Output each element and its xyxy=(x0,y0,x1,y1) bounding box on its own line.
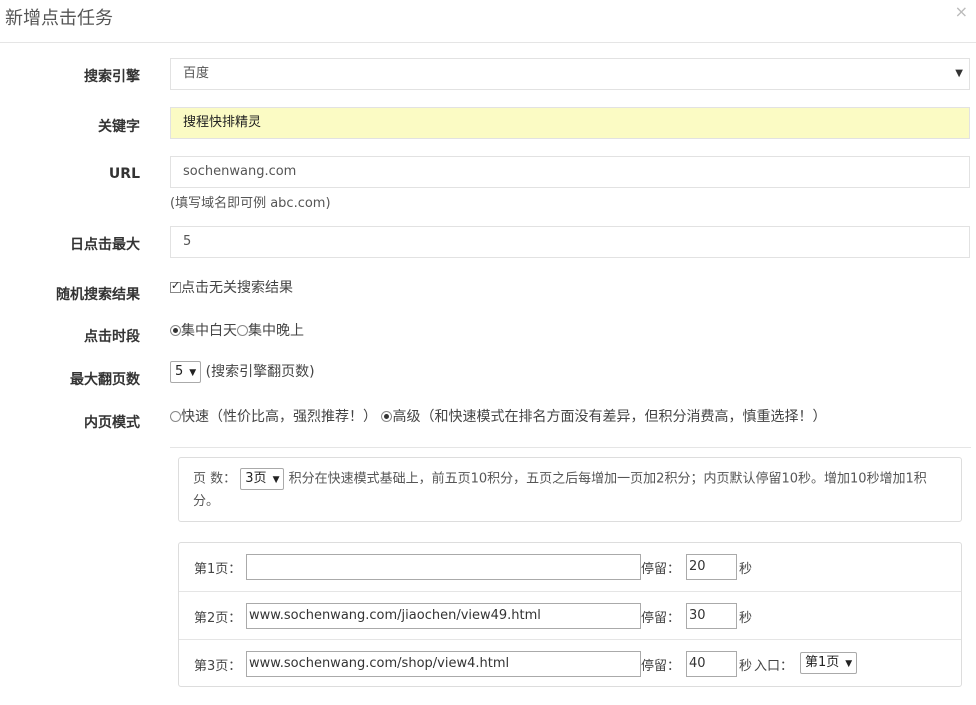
daily-max-input[interactable]: 5 xyxy=(170,226,970,258)
inner-mode-label: 内页模式 xyxy=(84,415,140,431)
page-row-label: 第3页： xyxy=(194,659,242,674)
inner-mode-options: 快速（性价比高，强烈推荐！） 高级（和快速模式在排名方面没有差异，但积分消费高，… xyxy=(170,406,826,426)
pages-select[interactable]: 3页 ▼ xyxy=(240,468,285,490)
chevron-down-icon: ▼ xyxy=(845,659,853,669)
radio-night-label: 集中晚上 xyxy=(248,323,304,339)
random-results-checkbox-label: 点击无关搜索结果 xyxy=(181,280,293,296)
max-pages-group: 5 ▼ (搜索引擎翻页数) xyxy=(170,361,315,383)
keyword-input[interactable]: 搜程快排精灵 xyxy=(170,107,970,139)
radio-night[interactable] xyxy=(237,325,248,336)
page-row-label: 第1页： xyxy=(194,562,242,577)
random-results-checkbox[interactable] xyxy=(170,279,181,293)
chevron-down-icon: ▼ xyxy=(272,475,280,485)
page-row: 第3页： www.sochenwang.com/shop/view4.html … xyxy=(179,639,961,688)
random-results-label: 随机搜索结果 xyxy=(56,287,140,303)
entry-label: 入口： xyxy=(754,659,794,674)
random-results-option[interactable]: 点击无关搜索结果 xyxy=(170,277,293,297)
pages-select-value: 3页 xyxy=(245,471,267,486)
stay-label: 停留： xyxy=(641,659,681,674)
radio-daytime[interactable] xyxy=(170,325,181,336)
url-input[interactable]: sochenwang.com xyxy=(170,156,970,188)
modal-title: 新增点击任务 xyxy=(5,8,113,29)
max-pages-select-value: 5 xyxy=(175,364,184,379)
divider xyxy=(170,447,971,448)
pages-label: 页 数： xyxy=(193,471,237,487)
entry-select-value: 第1页 xyxy=(805,655,840,670)
radio-advanced-mode-label: 高级（和快速模式在排名方面没有差异，但积分消费高，慎重选择！） xyxy=(392,409,827,425)
sec-label: 秒 xyxy=(739,659,753,674)
click-period-options: 集中白天 集中晚上 xyxy=(170,320,304,340)
advanced-description: 积分在快速模式基础上，前五页10积分，五页之后每增加一页加2积分；内页默认停留1… xyxy=(193,471,927,509)
click-period-label: 点击时段 xyxy=(84,329,140,345)
max-pages-label: 最大翻页数 xyxy=(70,372,140,388)
page-url-input[interactable]: www.sochenwang.com/shop/view4.html xyxy=(246,651,641,677)
radio-fast-mode[interactable] xyxy=(170,411,181,422)
page-url-input[interactable] xyxy=(246,554,641,580)
radio-advanced-mode[interactable] xyxy=(381,411,393,422)
sec-label: 秒 xyxy=(739,611,753,626)
close-icon[interactable]: × xyxy=(955,2,968,21)
sec-label: 秒 xyxy=(739,562,753,577)
page-url-input[interactable]: www.sochenwang.com/jiaochen/view49.html xyxy=(246,603,641,629)
max-pages-select[interactable]: 5 ▼ xyxy=(170,361,202,383)
engine-label: 搜索引擎 xyxy=(84,69,140,85)
modal-header: 新增点击任务 × xyxy=(0,0,976,43)
stay-label: 停留： xyxy=(641,562,681,577)
stay-input[interactable]: 40 xyxy=(686,651,737,677)
max-pages-note: (搜索引擎翻页数) xyxy=(205,364,315,380)
radio-fast-mode-label: 快速（性价比高，强烈推荐！） xyxy=(181,409,377,425)
page-row-label: 第2页： xyxy=(194,611,242,626)
keyword-label: 关键字 xyxy=(98,119,140,135)
engine-select[interactable]: 百度 ▼ xyxy=(170,58,970,90)
radio-daytime-label: 集中白天 xyxy=(181,323,237,339)
inner-pages-panel: 第1页： 停留： 20 秒 第2页： www.sochenwang.com/ji… xyxy=(178,542,962,687)
engine-select-value: 百度 xyxy=(183,66,210,81)
chevron-down-icon: ▼ xyxy=(189,368,197,378)
url-help: (填写域名即可例 abc.com) xyxy=(170,196,331,211)
entry-select[interactable]: 第1页 ▼ xyxy=(800,652,858,674)
page-row: 第2页： www.sochenwang.com/jiaochen/view49.… xyxy=(179,591,961,640)
stay-input[interactable]: 30 xyxy=(686,603,737,629)
stay-input[interactable]: 20 xyxy=(686,554,737,580)
stay-label: 停留： xyxy=(641,611,681,626)
advanced-info-panel: 页 数： 3页 ▼ 积分在快速模式基础上，前五页10积分，五页之后每增加一页加2积… xyxy=(178,457,962,522)
url-label: URL xyxy=(108,166,140,182)
page-row: 第1页： 停留： 20 秒 xyxy=(179,543,961,591)
chevron-down-icon: ▼ xyxy=(955,68,963,79)
daily-max-label: 日点击最大 xyxy=(70,237,140,253)
